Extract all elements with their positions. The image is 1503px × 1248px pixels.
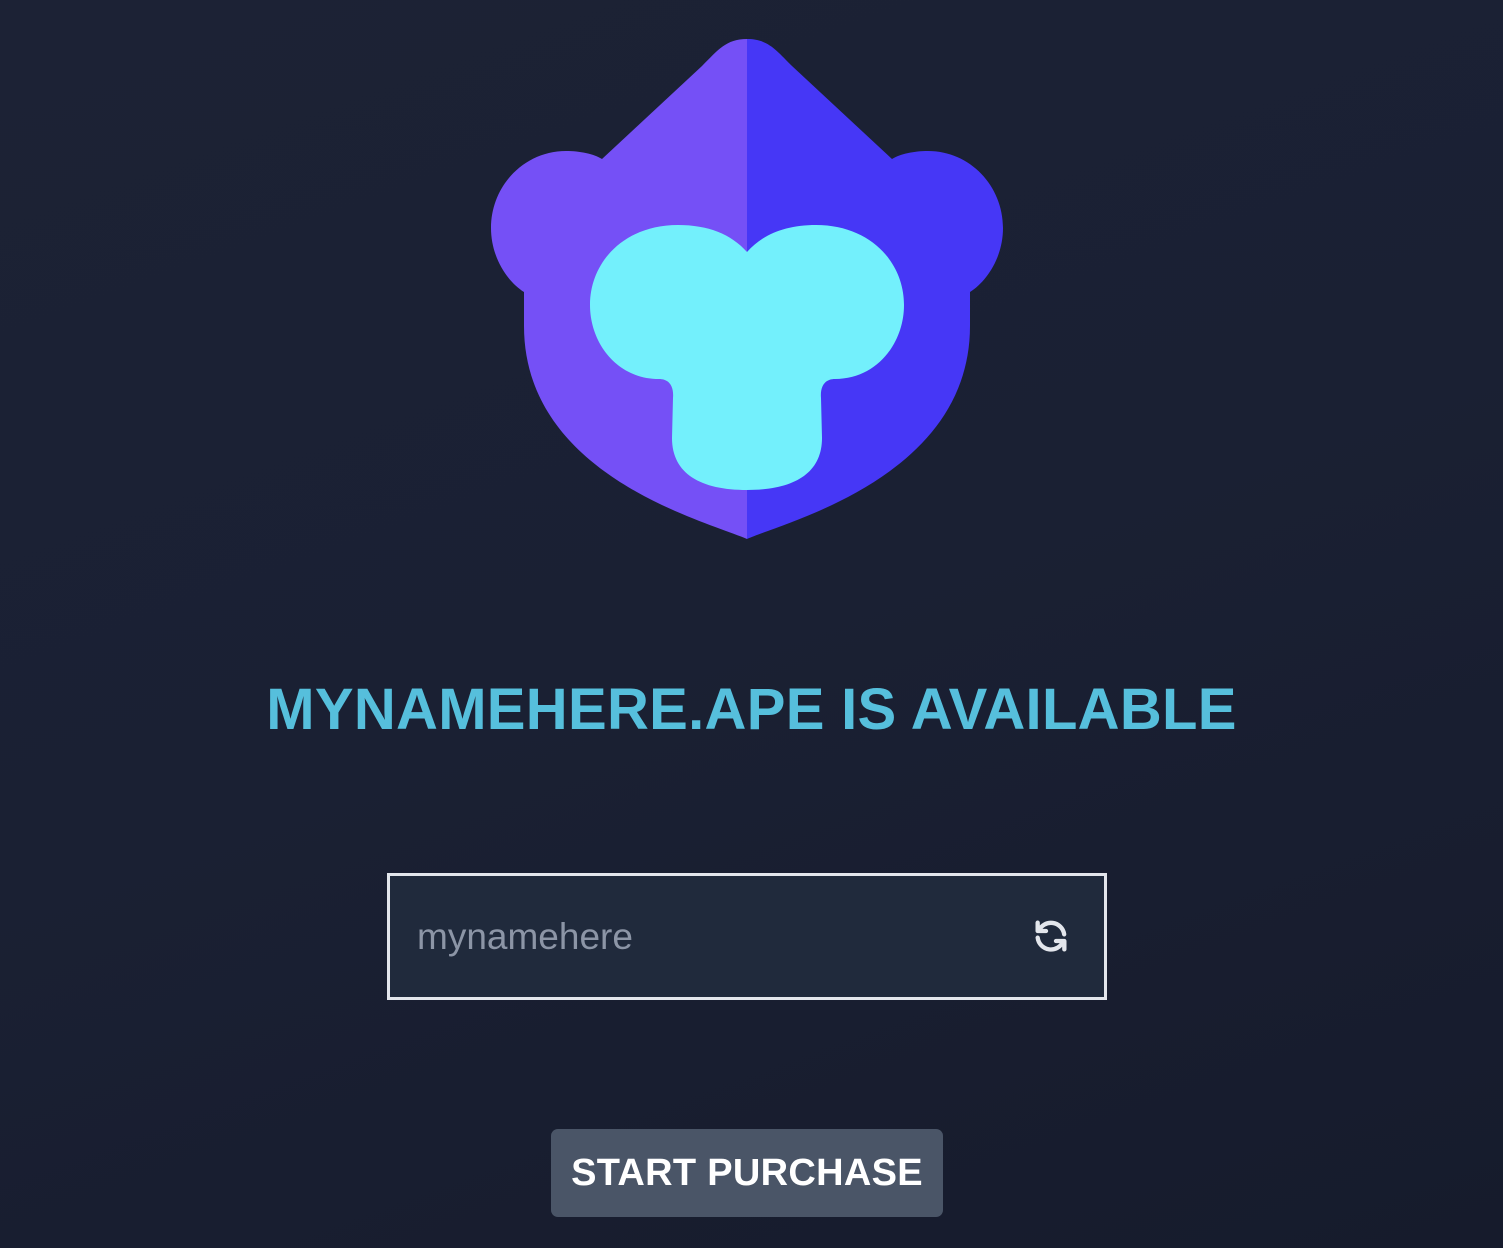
name-input[interactable] (390, 876, 990, 997)
ape-logo-icon (491, 39, 1003, 539)
refresh-icon[interactable] (1031, 916, 1071, 956)
name-search-field[interactable] (387, 873, 1107, 1000)
availability-headline: MYNAMEHERE.APE IS AVAILABLE (266, 677, 1237, 742)
start-purchase-button[interactable]: START PURCHASE (551, 1129, 943, 1217)
